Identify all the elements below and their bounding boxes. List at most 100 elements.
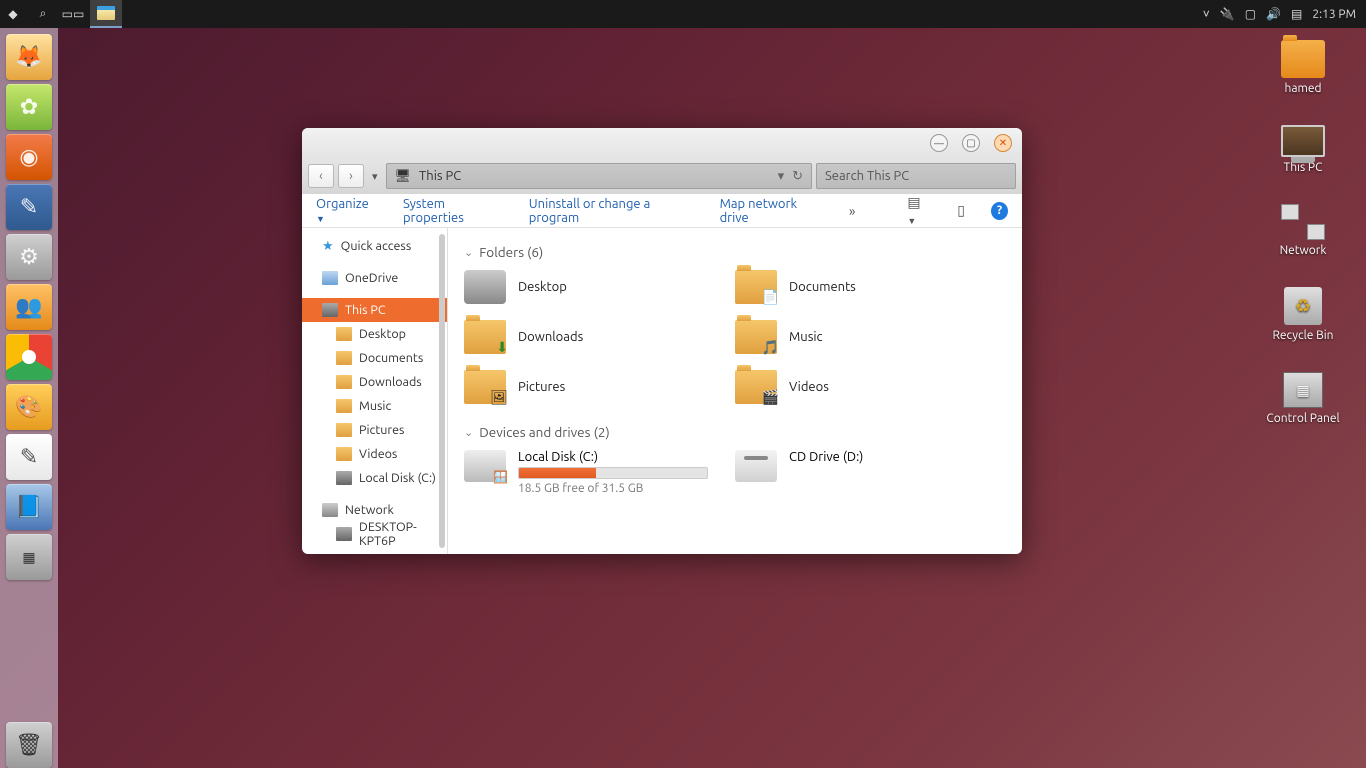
host-icon: [336, 527, 352, 541]
overflow-icon[interactable]: »: [849, 203, 856, 219]
forward-button[interactable]: ›: [338, 164, 364, 188]
address-field[interactable]: 🖥 This PC ▾ ↻: [386, 163, 812, 189]
desktop-network[interactable]: Network: [1258, 204, 1348, 257]
desktop-control-panel[interactable]: ▦ Control Panel: [1258, 372, 1348, 425]
folder-downloads[interactable]: ⬇Downloads: [464, 320, 735, 354]
downloads-folder-icon: ⬇: [464, 320, 506, 354]
chevron-down-icon: ⌄: [464, 246, 473, 259]
home-folder-icon: [1281, 40, 1325, 78]
folder-icon: [336, 375, 352, 389]
launcher-office[interactable]: 📘: [6, 484, 52, 530]
desktop-cpanel-label: Control Panel: [1266, 412, 1339, 425]
nav-documents[interactable]: Documents: [302, 346, 447, 370]
desktop-recycle-bin[interactable]: ♻ Recycle Bin: [1258, 287, 1348, 342]
folder-icon: [336, 447, 352, 461]
launcher-ubuntu[interactable]: ◉: [6, 134, 52, 180]
desktop-home-folder[interactable]: hamed: [1258, 40, 1348, 95]
clock[interactable]: 2:13 PM: [1312, 8, 1356, 21]
folder-videos[interactable]: 🎬Videos: [735, 370, 1006, 404]
cmd-organize[interactable]: Organize ▼: [316, 197, 377, 225]
folder-documents[interactable]: 📄Documents: [735, 270, 1006, 304]
search-placeholder: Search This PC: [825, 169, 909, 183]
launcher-palette[interactable]: 🎨: [6, 384, 52, 430]
refresh-icon[interactable]: ↻: [792, 169, 803, 184]
address-dropdown-icon[interactable]: ▾: [778, 169, 785, 184]
nav-quick-access[interactable]: ★Quick access: [302, 234, 447, 258]
launcher-contacts[interactable]: 👥: [6, 284, 52, 330]
onedrive-icon: [322, 271, 338, 285]
launcher-notes[interactable]: ✎: [6, 434, 52, 480]
pc-icon: 🖥: [395, 169, 412, 184]
search-field[interactable]: Search This PC: [816, 163, 1016, 189]
nav-music[interactable]: Music: [302, 394, 447, 418]
nav-pictures[interactable]: Pictures: [302, 418, 447, 442]
monitor-icon: [1281, 125, 1325, 157]
launcher-calculator[interactable]: ▦: [6, 534, 52, 580]
videos-folder-icon: 🎬: [735, 370, 777, 404]
search-icon[interactable]: ⌕: [30, 1, 56, 27]
folder-icon: [336, 423, 352, 437]
tray-chevron-icon[interactable]: ˅: [1203, 7, 1210, 21]
drive-cd-d[interactable]: CD Drive (D:): [735, 450, 1006, 495]
cpanel-icon: ▦: [1283, 372, 1323, 408]
nav-network[interactable]: Network: [302, 498, 447, 522]
maximize-button[interactable]: ▢: [962, 134, 980, 152]
drive-d-label: CD Drive (D:): [789, 450, 863, 464]
launcher-app-green[interactable]: ✿: [6, 84, 52, 130]
view-options-icon[interactable]: ▤ ▼: [907, 194, 931, 227]
launcher-firefox[interactable]: 🦊: [6, 34, 52, 80]
explorer-address-bar: ‹ › ▾ 🖥 This PC ▾ ↻ Search This PC: [302, 158, 1022, 194]
cmd-system-properties[interactable]: System properties: [403, 197, 503, 225]
nav-network-host[interactable]: DESKTOP-KPT6P: [302, 522, 447, 546]
taskview-icon[interactable]: ▭▭: [60, 1, 86, 27]
folder-pictures[interactable]: 🖼Pictures: [464, 370, 735, 404]
recent-dropdown-icon[interactable]: ▾: [368, 170, 382, 183]
folder-music[interactable]: 🎵Music: [735, 320, 1006, 354]
chevron-down-icon: ⌄: [464, 426, 473, 439]
close-button[interactable]: ✕: [994, 134, 1012, 152]
pictures-folder-icon: 🖼: [464, 370, 506, 404]
folder-desktop[interactable]: Desktop: [464, 270, 735, 304]
start-icon[interactable]: ◆: [0, 1, 26, 27]
back-button[interactable]: ‹: [308, 164, 334, 188]
nav-this-pc[interactable]: This PC: [302, 298, 447, 322]
nav-desktop[interactable]: Desktop: [302, 322, 447, 346]
recycle-icon: ♻: [1284, 287, 1322, 325]
music-folder-icon: 🎵: [735, 320, 777, 354]
explorer-command-bar: Organize ▼ System properties Uninstall o…: [302, 194, 1022, 228]
folder-icon: [336, 327, 352, 341]
drive-c-usage-text: 18.5 GB free of 31.5 GB: [518, 482, 708, 495]
drive-c-label: Local Disk (C:): [518, 450, 708, 464]
launcher-settings[interactable]: ⚙: [6, 234, 52, 280]
help-icon[interactable]: ?: [991, 202, 1008, 220]
nav-onedrive[interactable]: OneDrive: [302, 266, 447, 290]
nav-local-disk[interactable]: Local Disk (C:): [302, 466, 447, 490]
power-icon[interactable]: 🔌: [1220, 7, 1235, 21]
notifications-icon[interactable]: ▤: [1291, 7, 1302, 21]
cmd-uninstall[interactable]: Uninstall or change a program: [529, 197, 694, 225]
minimize-button[interactable]: —: [930, 134, 948, 152]
launcher: 🦊 ✿ ◉ ✎ ⚙ 👥 🎨 ✎ 📘 ▦ 🗑: [0, 28, 58, 768]
folder-icon: [336, 399, 352, 413]
launcher-chrome[interactable]: [6, 334, 52, 380]
launcher-editor[interactable]: ✎: [6, 184, 52, 230]
network-nav-icon: [322, 503, 338, 517]
desktop-this-pc[interactable]: This PC: [1258, 125, 1348, 174]
explorer-window: — ▢ ✕ ‹ › ▾ 🖥 This PC ▾ ↻ Search This PC…: [302, 128, 1022, 554]
address-text: This PC: [419, 169, 461, 183]
battery-icon[interactable]: ▢: [1245, 7, 1256, 21]
folders-group-header[interactable]: ⌄ Folders (6): [464, 244, 1006, 260]
drives-group-header[interactable]: ⌄ Devices and drives (2): [464, 424, 1006, 440]
drive-c-usage-bar: [518, 467, 708, 479]
nav-downloads[interactable]: Downloads: [302, 370, 447, 394]
star-icon: ★: [322, 239, 334, 254]
drive-local-c[interactable]: 🪟 Local Disk (C:) 18.5 GB free of 31.5 G…: [464, 450, 735, 495]
explorer-titlebar[interactable]: — ▢ ✕: [302, 128, 1022, 158]
taskbar-explorer[interactable]: [90, 0, 122, 28]
desktop-icons: hamed This PC Network ♻ Recycle Bin ▦ Co…: [1258, 40, 1348, 425]
launcher-trash[interactable]: 🗑: [6, 722, 52, 768]
cmd-map-drive[interactable]: Map network drive: [720, 197, 823, 225]
volume-icon[interactable]: 🔊: [1266, 7, 1281, 21]
nav-videos[interactable]: Videos: [302, 442, 447, 466]
preview-pane-icon[interactable]: ▯: [957, 202, 965, 219]
